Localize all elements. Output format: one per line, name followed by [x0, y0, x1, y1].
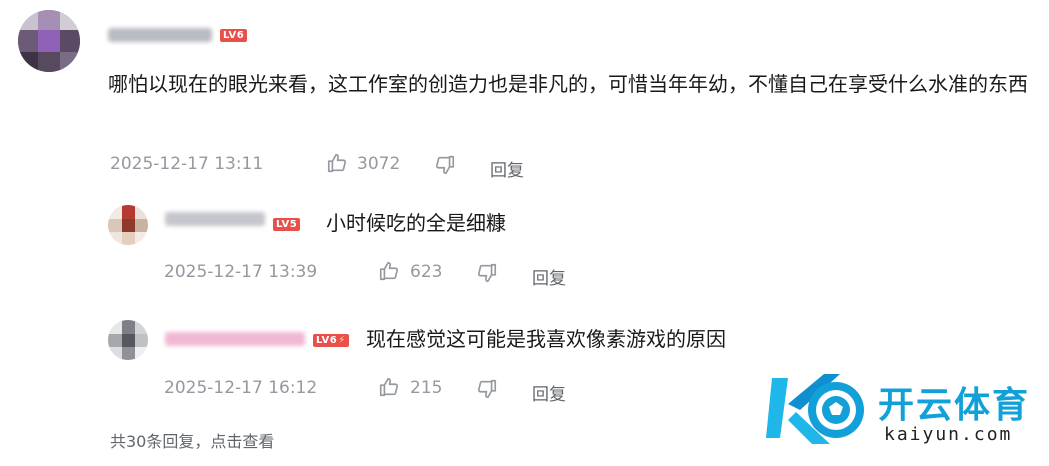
reply-date: 2025-12-17 16:12 — [164, 378, 318, 398]
thumbs-up-icon[interactable] — [326, 152, 348, 174]
level-badge: LV6 — [220, 29, 248, 42]
reply-button[interactable]: 回复 — [490, 156, 524, 181]
thumbs-down-icon[interactable] — [434, 154, 456, 176]
watermark: 开云体育 kaiyun.com — [766, 364, 1036, 452]
watermark-url: kaiyun.com — [884, 424, 1013, 445]
view-more-replies-link[interactable]: 共30条回复，点击查看 — [110, 428, 274, 452]
reply-avatar[interactable] — [108, 205, 148, 245]
level-badge: LV5 — [273, 218, 301, 231]
reply-button[interactable]: 回复 — [532, 264, 566, 289]
reply-username[interactable] — [165, 212, 265, 226]
username[interactable] — [108, 28, 212, 42]
comment-date: 2025-12-17 13:11 — [110, 154, 264, 174]
thumbs-down-icon[interactable] — [476, 262, 498, 284]
level-badge: LV6⚡ — [313, 334, 349, 347]
reply-date: 2025-12-17 13:39 — [164, 262, 318, 282]
level-label: LV6 — [223, 30, 245, 41]
like-count: 215 — [410, 378, 443, 398]
thumbs-down-icon[interactable] — [476, 378, 498, 400]
comment-text: 哪怕以现在的眼光来看，这工作室的创造力也是非凡的，可惜当年年幼，不懂自己在享受什… — [108, 72, 1028, 96]
level-label: LV6 — [316, 335, 338, 346]
reply-button[interactable]: 回复 — [532, 380, 566, 405]
like-count: 623 — [410, 262, 443, 282]
reply-text: 现在感觉这可能是我喜欢像素游戏的原因 — [366, 327, 726, 351]
thumbs-up-icon[interactable] — [378, 376, 400, 398]
lightning-icon: ⚡ — [338, 335, 346, 346]
kaiyun-logo-icon — [766, 374, 864, 444]
like-count: 3072 — [357, 154, 401, 174]
thumbs-up-icon[interactable] — [378, 260, 400, 282]
reply-avatar[interactable] — [108, 320, 148, 360]
avatar[interactable] — [18, 10, 80, 72]
level-label: LV5 — [276, 219, 298, 230]
reply-username[interactable] — [165, 332, 305, 346]
watermark-brand: 开云体育 — [878, 385, 1031, 426]
reply-text: 小时候吃的全是细糠 — [326, 211, 506, 235]
